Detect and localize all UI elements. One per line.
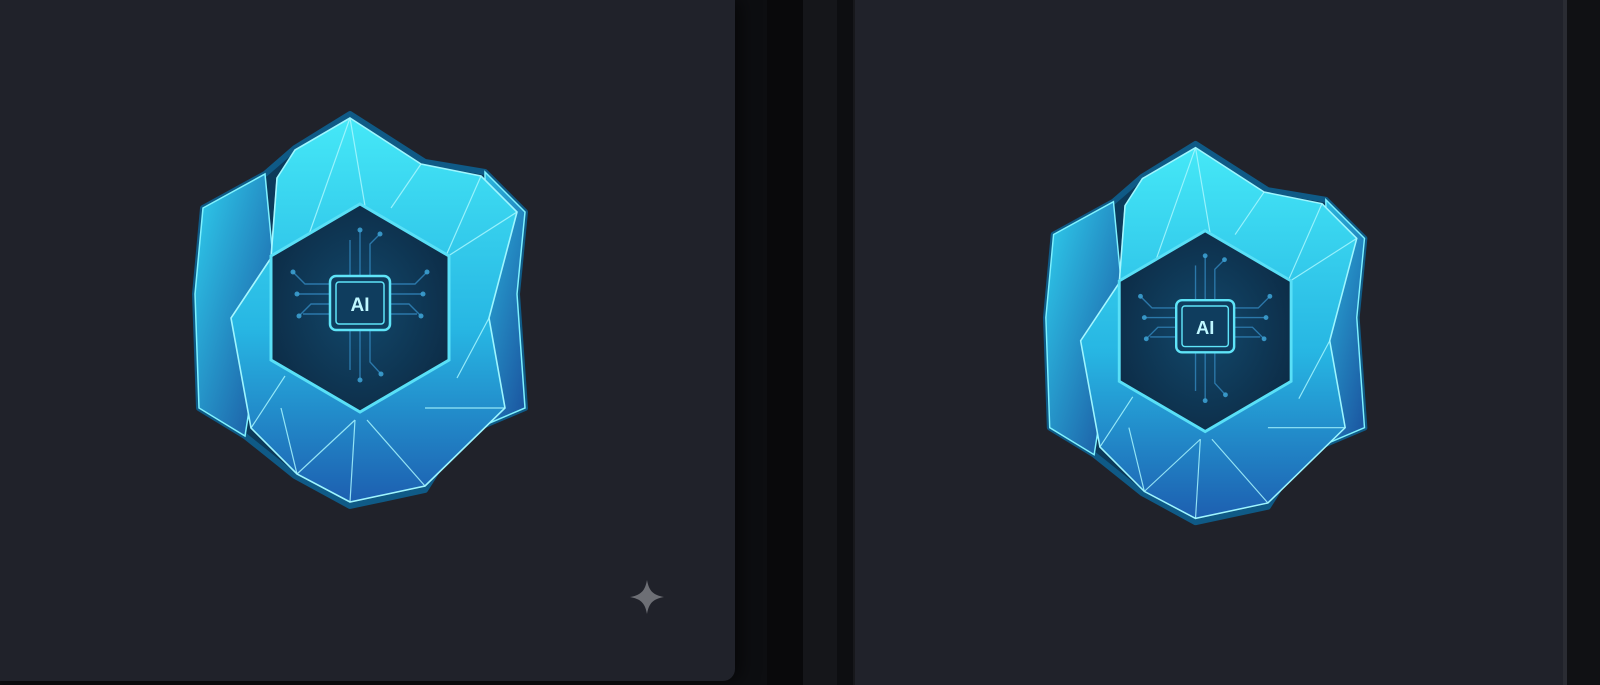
chip-label: AI	[351, 295, 370, 316]
crystal-ai-logo-icon: AI	[192, 111, 528, 509]
chip-label: AI	[1196, 317, 1214, 338]
divider-edge	[803, 0, 837, 685]
image-comparison-view: AI AI	[0, 0, 1600, 685]
image-card-left[interactable]: AI	[0, 0, 735, 681]
sparkle-icon[interactable]	[628, 578, 666, 616]
scroll-edge-line	[1563, 0, 1567, 685]
crystal-ai-logo-icon: AI	[1042, 140, 1368, 526]
scroll-edge	[1563, 0, 1600, 685]
image-card-right[interactable]: AI	[853, 0, 1565, 685]
divider-gutter	[767, 0, 803, 685]
